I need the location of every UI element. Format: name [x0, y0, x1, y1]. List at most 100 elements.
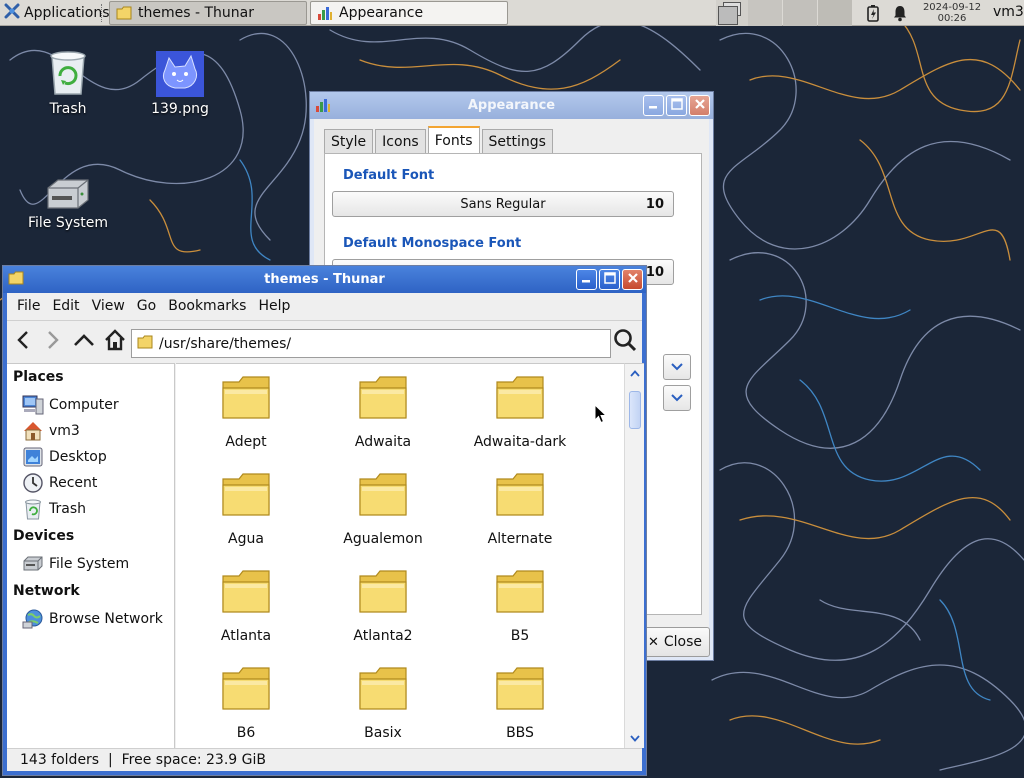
workspace-2[interactable] — [748, 0, 782, 26]
tab-fonts[interactable]: Fonts — [427, 126, 480, 153]
clock-date: 2024-09-12 — [922, 2, 982, 13]
folder-icon — [452, 568, 588, 618]
close-icon — [694, 98, 706, 114]
folder-item[interactable]: Agua — [178, 471, 314, 547]
folder-item[interactable]: B6 — [178, 665, 314, 741]
folder-item[interactable]: BBS — [452, 665, 588, 741]
folder-item[interactable]: Basix — [315, 665, 451, 741]
folder-item[interactable]: Atlanta — [178, 568, 314, 644]
scrollbar-thumb[interactable] — [629, 391, 641, 429]
notification-bell-icon[interactable] — [892, 4, 908, 22]
folder-icon — [178, 374, 314, 424]
tab-icons[interactable]: Icons — [375, 129, 426, 153]
file-view[interactable]: Adept Adwaita Adwaita-dark Agua Agualemon Alt… — [176, 363, 624, 748]
home-icon — [104, 329, 126, 355]
desktop-icon-label: 139.png — [151, 101, 209, 117]
maximize-icon — [670, 97, 683, 114]
close-window-button[interactable] — [622, 269, 643, 290]
folder-item[interactable]: Adwaita — [315, 374, 451, 450]
dropdown-button[interactable] — [663, 354, 691, 380]
sidebar-item-file-system[interactable]: File System — [21, 552, 129, 576]
menu-help[interactable]: Help — [252, 298, 296, 314]
chevron-down-icon[interactable] — [628, 732, 641, 745]
close-icon: ✕ — [647, 634, 659, 650]
folder-item[interactable]: Adwaita-dark — [452, 374, 588, 450]
dropdown-button[interactable] — [663, 385, 691, 411]
taskbar-item-label: Appearance — [339, 5, 424, 21]
top-panel: Applications themes - Thunar Appearance … — [0, 0, 1024, 26]
sidebar-item-browse-network[interactable]: Browse Network — [21, 607, 163, 631]
sidebar-item-recent[interactable]: Recent — [21, 471, 97, 495]
sidebar-item-desktop[interactable]: Desktop — [21, 445, 107, 469]
folder-icon — [116, 6, 132, 20]
close-icon — [627, 272, 639, 288]
sidebar-item-home[interactable]: vm3 — [21, 419, 80, 443]
tab-settings[interactable]: Settings — [481, 129, 553, 153]
folder-icon — [452, 374, 588, 424]
folder-name: Agua — [228, 531, 264, 547]
panel-clock[interactable]: 2024-09-12 00:26 — [918, 2, 986, 24]
workspace-3[interactable] — [783, 0, 817, 26]
trash-icon — [23, 48, 113, 98]
default-font-name: Sans Regular — [460, 196, 546, 212]
minimize-icon — [581, 272, 592, 287]
monospace-font-heading: Default Monospace Font — [343, 236, 522, 251]
folder-item[interactable]: Adept — [178, 374, 314, 450]
applications-menu-button[interactable]: Applications — [0, 0, 110, 26]
menu-go[interactable]: Go — [131, 298, 162, 314]
close-button[interactable]: ✕ Close — [640, 627, 710, 657]
tab-style[interactable]: Style — [324, 129, 374, 153]
sidebar: Places Computer vm3 Desktop Recent Trash — [7, 363, 175, 748]
desktop-icon-file-system[interactable]: File System — [23, 178, 113, 231]
search-button[interactable] — [611, 328, 639, 356]
thunar-window: themes - Thunar File Edit View Go Bookma… — [2, 265, 647, 776]
minimize-icon — [648, 98, 659, 113]
default-font-button[interactable]: Sans Regular 10 — [332, 191, 674, 217]
folder-item[interactable]: Agualemon — [315, 471, 451, 547]
workspace-4[interactable] — [818, 0, 852, 26]
thunar-titlebar[interactable]: themes - Thunar — [3, 266, 646, 293]
forward-button[interactable] — [39, 328, 67, 356]
appearance-titlebar[interactable]: Appearance — [310, 92, 713, 119]
desktop-icon-image-file[interactable]: 139.png — [135, 50, 225, 117]
maximize-icon — [603, 271, 616, 288]
arrow-left-icon — [15, 330, 31, 354]
home-button[interactable] — [101, 328, 129, 356]
sidebar-item-label: Desktop — [49, 449, 107, 465]
sidebar-item-label: vm3 — [49, 423, 80, 439]
desktop-icon-trash[interactable]: Trash — [23, 48, 113, 117]
folder-name: BBS — [506, 725, 534, 741]
maximize-button[interactable] — [599, 269, 620, 290]
sidebar-item-label: Recent — [49, 475, 98, 491]
menu-bookmarks[interactable]: Bookmarks — [162, 298, 252, 314]
location-bar[interactable]: /usr/share/themes/ — [131, 329, 611, 358]
menu-file[interactable]: File — [11, 298, 46, 314]
taskbar-item-appearance[interactable]: Appearance — [310, 1, 508, 25]
maximize-button[interactable] — [666, 95, 687, 116]
folder-name: B5 — [510, 628, 530, 644]
minimize-button[interactable] — [576, 269, 597, 290]
mouse-pointer-icon — [594, 403, 608, 428]
folder-item[interactable]: Alternate — [452, 471, 588, 547]
minimize-button[interactable] — [643, 95, 664, 116]
close-window-button[interactable] — [689, 95, 710, 116]
menu-edit[interactable]: Edit — [46, 298, 85, 314]
vertical-scrollbar[interactable] — [624, 363, 644, 748]
sidebar-item-trash[interactable]: Trash — [21, 497, 86, 521]
taskbar-item-thunar[interactable]: themes - Thunar — [109, 1, 307, 25]
sidebar-item-computer[interactable]: Computer — [21, 393, 119, 417]
menu-view[interactable]: View — [86, 298, 131, 314]
chevron-up-icon[interactable] — [628, 367, 641, 380]
user-menu[interactable]: vm3 — [993, 4, 1024, 20]
taskbar-item-label: themes - Thunar — [138, 5, 254, 21]
folder-item[interactable]: B5 — [452, 568, 588, 644]
computer-icon — [21, 393, 45, 417]
folder-item[interactable]: Atlanta2 — [315, 568, 451, 644]
desktop-icon-label: Trash — [49, 101, 87, 117]
battery-icon[interactable] — [866, 4, 880, 22]
back-button[interactable] — [9, 328, 37, 356]
folder-icon — [178, 568, 314, 618]
appearance-icon — [315, 97, 331, 113]
folder-name: B6 — [236, 725, 256, 741]
parent-folder-button[interactable] — [70, 328, 98, 356]
